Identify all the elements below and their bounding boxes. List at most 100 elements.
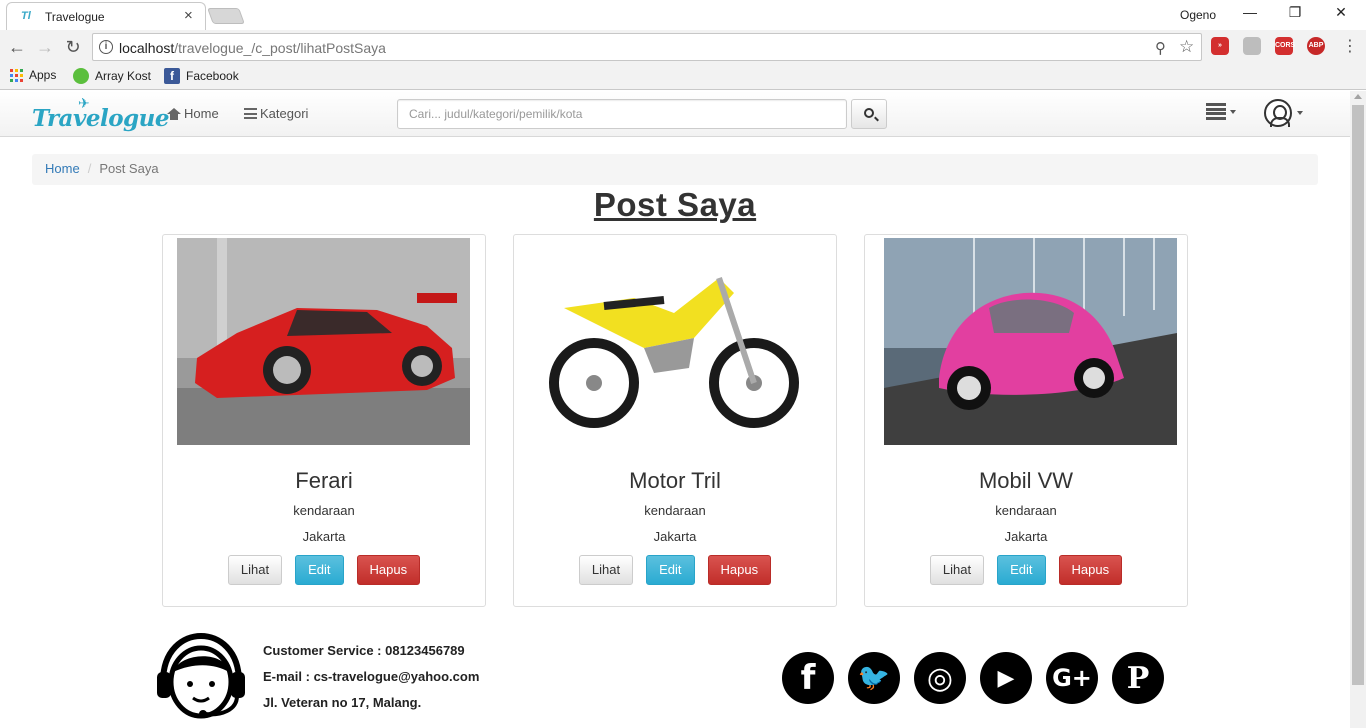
restore-icon[interactable]: ❐ <box>1280 4 1310 24</box>
post-card: Motor Tril kendaraan Jakarta Lihat Edit … <box>513 234 837 607</box>
post-city: Jakarta <box>302 529 346 544</box>
travelogue-logo[interactable]: ✈ Travelogue <box>32 95 169 133</box>
extension-red-arrow-icon[interactable]: » <box>1211 37 1229 55</box>
home-icon <box>167 107 181 120</box>
footer-contact-info: Customer Service : 08123456789 E-mail : … <box>263 638 479 716</box>
list-icon <box>244 108 257 119</box>
search-button[interactable] <box>851 99 887 129</box>
post-card: Mobil VW kendaraan Jakarta Lihat Edit Ha… <box>864 234 1188 607</box>
extension-gray-cube-icon[interactable] <box>1243 37 1261 55</box>
brand-name: Travelogue <box>32 105 169 132</box>
forward-arrow-icon[interactable]: → <box>34 36 56 58</box>
breadcrumb: Home / Post Saya <box>32 154 1318 185</box>
post-city: Jakarta <box>653 529 697 544</box>
apps-grid-icon <box>10 68 23 82</box>
footer-address: Jl. Veteran no 17, Malang. <box>263 695 422 710</box>
user-avatar-icon <box>1264 99 1292 127</box>
post-category: kendaraan <box>644 503 706 518</box>
array-kost-icon <box>73 68 89 84</box>
social-links: f 🐦 ◎ ▶ G+ P <box>782 652 1164 704</box>
bookmark-array-kost-label: Array Kost <box>95 69 152 83</box>
bookmark-apps-label: Apps <box>29 68 57 82</box>
view-button[interactable]: Lihat <box>929 555 985 585</box>
post-actions: Lihat Edit Hapus <box>865 555 1187 585</box>
post-title: Ferari <box>295 468 353 493</box>
browser-tab-strip: Tl Travelogue × Ogeno — ❐ ✕ <box>0 0 1366 30</box>
edit-button[interactable]: Edit <box>295 555 344 585</box>
bookmark-array-kost[interactable]: Array Kost <box>73 68 151 84</box>
breadcrumb-home[interactable]: Home <box>45 161 80 176</box>
back-arrow-icon[interactable]: ← <box>6 36 28 58</box>
instagram-icon[interactable]: ◎ <box>914 652 966 704</box>
new-tab-button[interactable] <box>207 8 245 24</box>
address-bar[interactable]: i localhost/travelogue_/c_post/lihatPost… <box>92 33 1202 61</box>
bookmark-star-icon[interactable]: ☆ <box>1179 37 1194 57</box>
nav-kategori-link[interactable]: Kategori <box>244 106 308 121</box>
facebook-icon[interactable]: f <box>782 652 834 704</box>
bookmark-facebook-label: Facebook <box>186 69 239 83</box>
post-city: Jakarta <box>1004 529 1048 544</box>
caret-down-icon <box>1230 109 1236 114</box>
view-button[interactable]: Lihat <box>578 555 634 585</box>
search-icon <box>864 108 874 118</box>
post-title: Motor Tril <box>629 468 721 493</box>
nav-home-label: Home <box>184 106 219 121</box>
nav-kategori-label: Kategori <box>260 106 309 121</box>
url-text[interactable]: localhost/travelogue_/c_post/lihatPostSa… <box>119 40 386 56</box>
page-scrollbar[interactable] <box>1350 91 1366 728</box>
youtube-icon[interactable]: ▶ <box>980 652 1032 704</box>
page-title: Post Saya <box>593 186 757 223</box>
edit-button[interactable]: Edit <box>997 555 1046 585</box>
customer-service-headset-icon <box>155 632 247 720</box>
twitter-icon[interactable]: 🐦 <box>848 652 900 704</box>
post-category: kendaraan <box>995 503 1057 518</box>
breadcrumb-separator: / <box>87 161 92 176</box>
user-dropdown[interactable] <box>1264 99 1303 127</box>
menu-bars-icon <box>1206 103 1226 120</box>
search-input[interactable] <box>397 99 847 129</box>
post-actions: Lihat Edit Hapus <box>514 555 836 585</box>
reload-icon[interactable]: ↻ <box>62 36 84 58</box>
delete-button[interactable]: Hapus <box>707 555 772 585</box>
browser-tab[interactable]: Tl Travelogue × <box>6 2 206 30</box>
post-actions: Lihat Edit Hapus <box>163 555 485 585</box>
footer-customer-service: Customer Service : 08123456789 <box>263 643 465 658</box>
browser-profile-name[interactable]: Ogeno <box>1180 8 1216 22</box>
tab-title: Travelogue <box>45 10 105 24</box>
page-content: ✈ Travelogue Home Kategori Home / Post Say… <box>0 91 1350 728</box>
delete-button[interactable]: Hapus <box>356 555 421 585</box>
pinterest-icon[interactable]: P <box>1112 652 1164 704</box>
bookmarks-bar: Apps Array Kost f Facebook <box>0 64 1366 90</box>
url-host: localhost <box>119 40 175 56</box>
minimize-icon[interactable]: — <box>1235 4 1265 24</box>
close-window-icon[interactable]: ✕ <box>1326 4 1356 24</box>
post-image-red-sports-car <box>177 238 470 445</box>
caret-down-icon <box>1297 111 1303 115</box>
scroll-up-arrow-icon[interactable] <box>1354 94 1362 99</box>
site-info-icon[interactable]: i <box>99 40 113 54</box>
post-card: Ferari kendaraan Jakarta Lihat Edit Hapu… <box>162 234 486 607</box>
adblock-plus-icon[interactable]: ABP <box>1307 37 1325 55</box>
browser-toolbar: ← → ↻ i localhost/travelogue_/c_post/lih… <box>0 30 1366 64</box>
scrollbar-thumb[interactable] <box>1352 105 1364 685</box>
bookmark-facebook[interactable]: f Facebook <box>164 68 239 84</box>
post-category: kendaraan <box>293 503 355 518</box>
delete-button[interactable]: Hapus <box>1058 555 1123 585</box>
footer-email: E-mail : cs-travelogue@yahoo.com <box>263 669 480 684</box>
post-image-pink-vw-beetle <box>884 238 1177 445</box>
google-plus-icon[interactable]: G+ <box>1046 652 1098 704</box>
view-button[interactable]: Lihat <box>227 555 283 585</box>
zoom-icon[interactable]: ⚲ <box>1155 39 1166 57</box>
tab-close-icon[interactable]: × <box>184 7 193 24</box>
bookmark-apps[interactable]: Apps <box>10 68 56 82</box>
url-path: /travelogue_/c_post/lihatPostSaya <box>174 40 386 56</box>
nav-home-link[interactable]: Home <box>167 106 219 121</box>
browser-menu-icon[interactable]: ⋮ <box>1342 36 1358 56</box>
edit-button[interactable]: Edit <box>646 555 695 585</box>
menu-dropdown[interactable] <box>1206 103 1236 120</box>
post-title: Mobil VW <box>978 468 1074 493</box>
travelogue-favicon-icon: Tl <box>21 10 31 22</box>
site-navbar: ✈ Travelogue Home Kategori <box>0 91 1350 137</box>
extension-cors-icon[interactable]: CORS <box>1275 37 1295 55</box>
facebook-icon: f <box>164 68 180 84</box>
